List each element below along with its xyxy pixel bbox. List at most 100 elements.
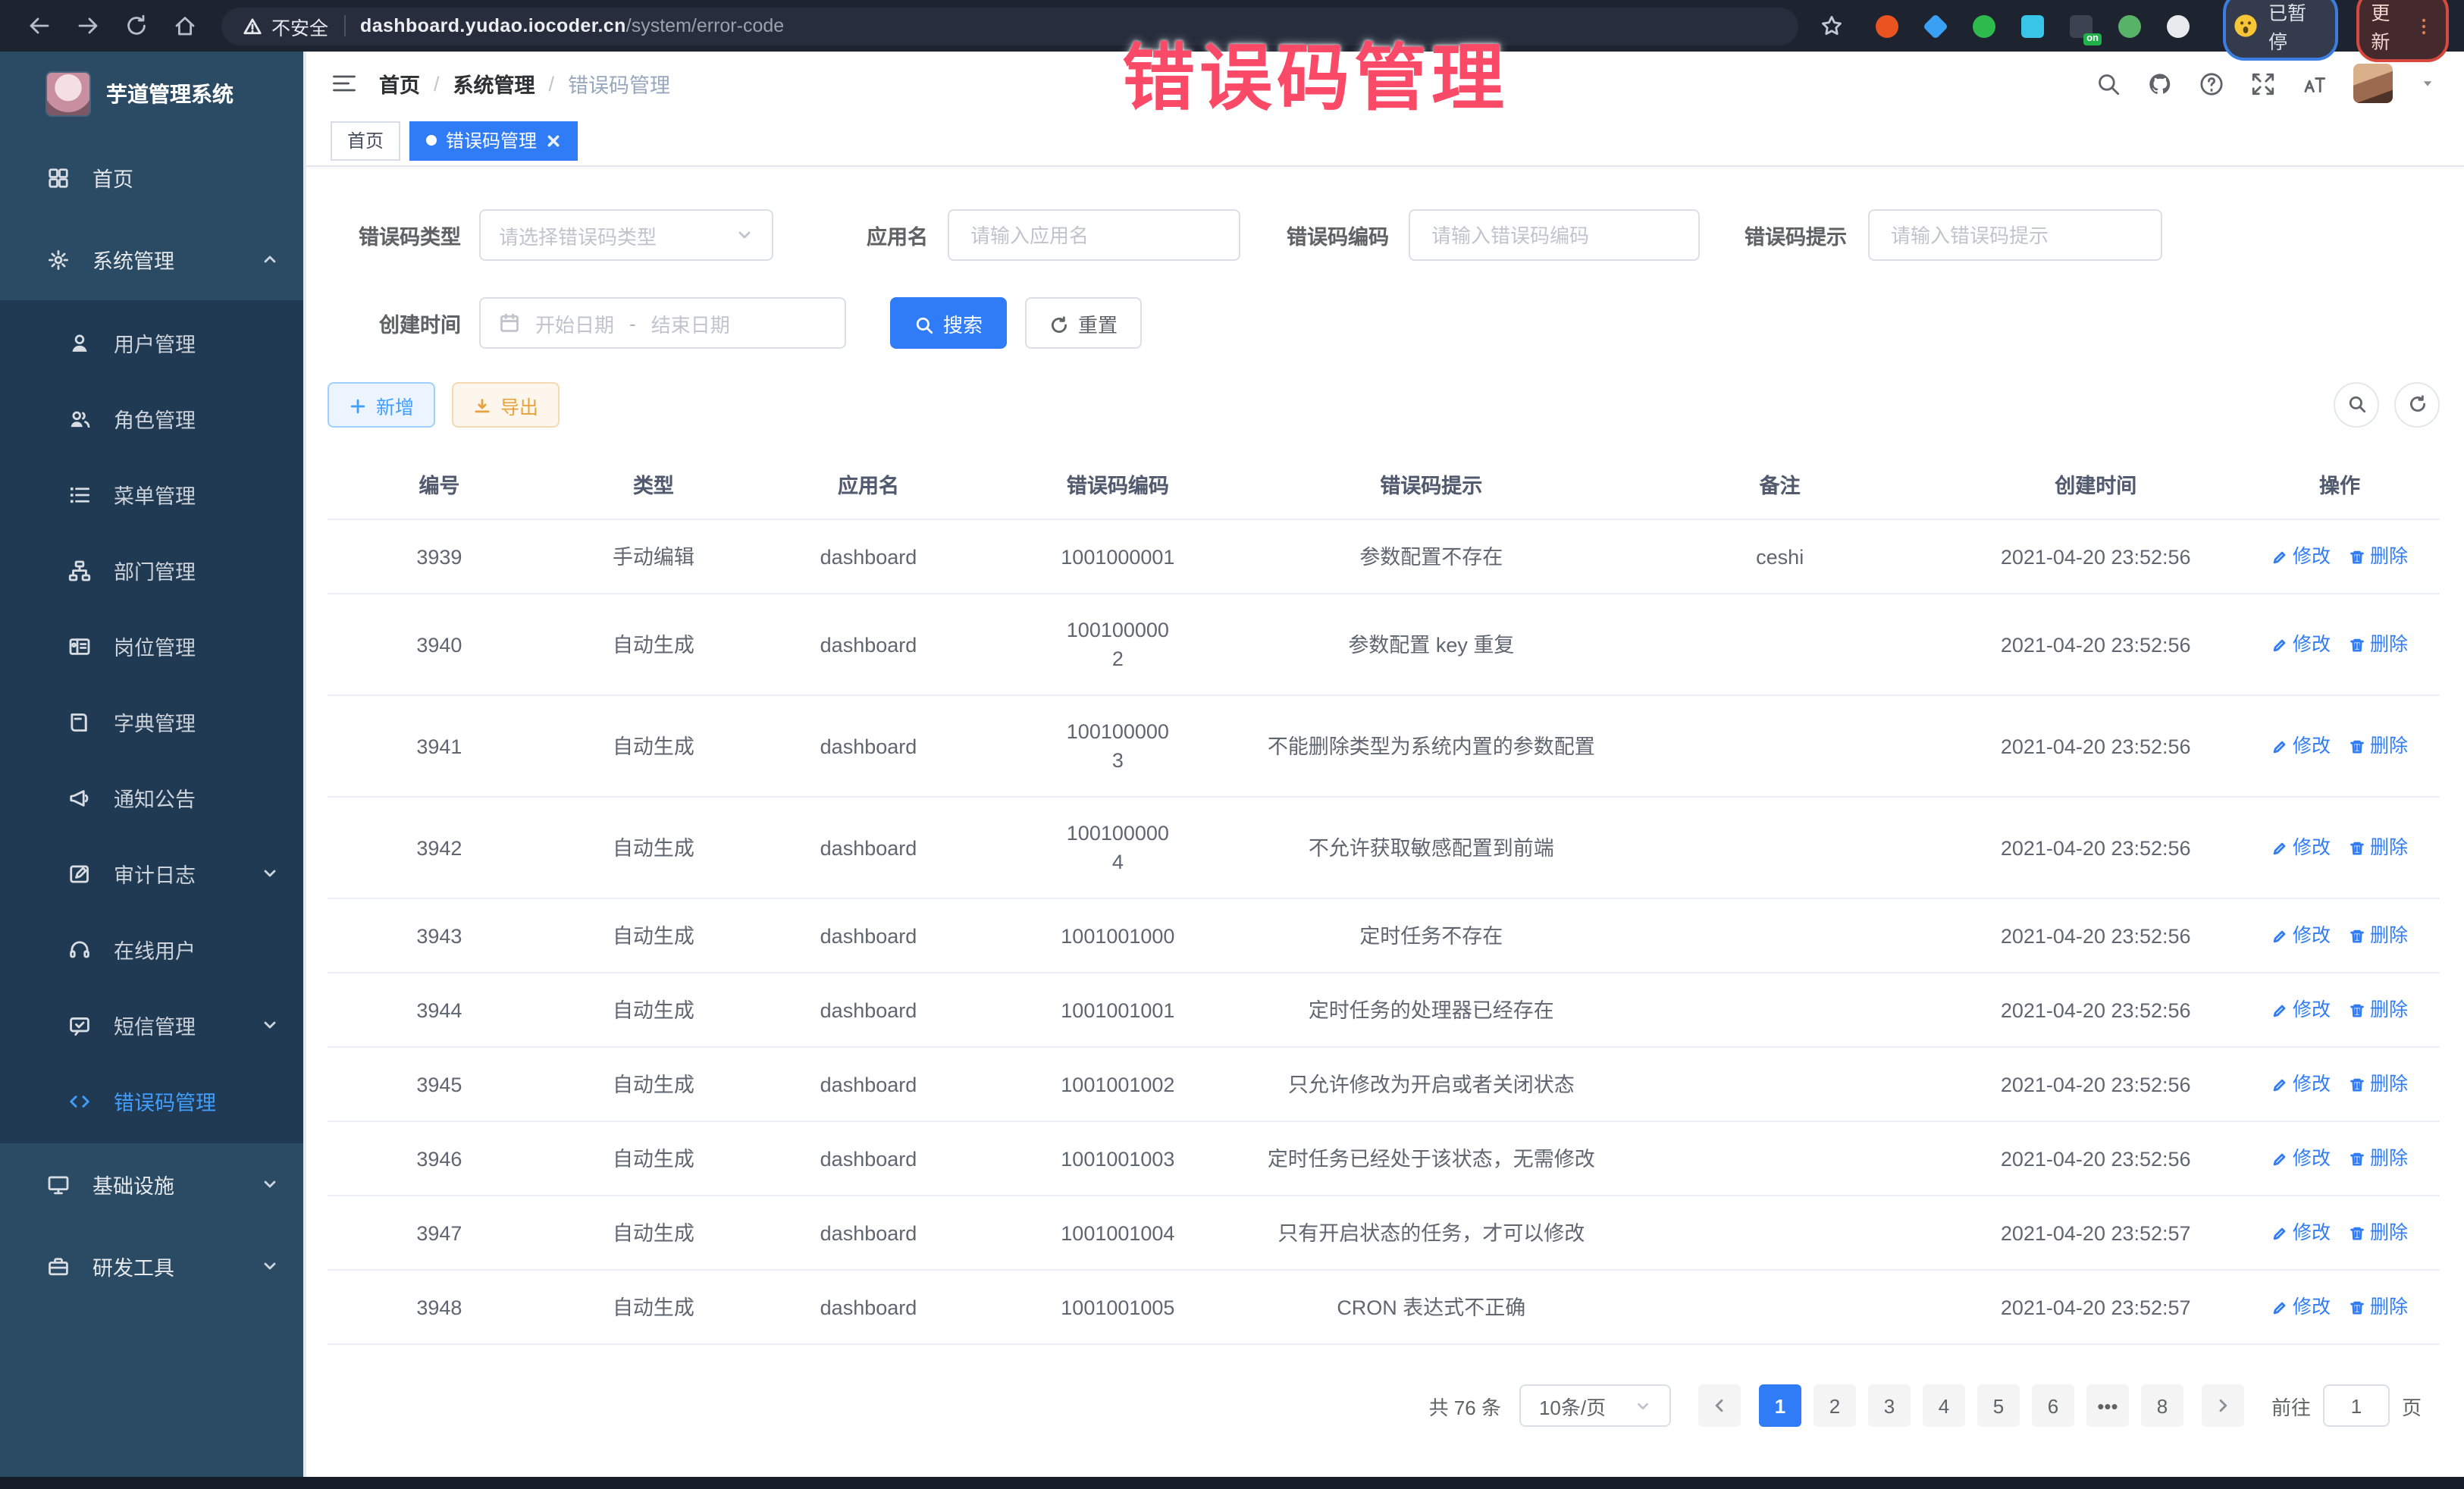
delete-action[interactable]: 删除 bbox=[2349, 732, 2408, 761]
sidebar-item-dept[interactable]: 部门管理 bbox=[0, 532, 303, 608]
error-code-input[interactable] bbox=[1428, 222, 1680, 248]
sidebar-item-dict[interactable]: 字典管理 bbox=[0, 684, 303, 760]
tab-error-code[interactable]: 错误码管理 bbox=[409, 121, 578, 160]
toggle-search-button[interactable] bbox=[2334, 382, 2379, 428]
table-row: 3941自动生成dashboard100100000 3不能删除类型为系统内置的… bbox=[328, 695, 2440, 797]
edit-action[interactable]: 修改 bbox=[2271, 834, 2331, 863]
breadcrumb: 首页/系统管理/错误码管理 bbox=[379, 68, 670, 99]
search-button[interactable]: 搜索 bbox=[890, 297, 1007, 349]
delete-action[interactable]: 删除 bbox=[2349, 1219, 2408, 1248]
page-button-3[interactable]: 3 bbox=[1868, 1384, 1911, 1427]
delete-action[interactable]: 删除 bbox=[2349, 631, 2408, 660]
edit-action[interactable]: 修改 bbox=[2271, 996, 2331, 1025]
sidebar-item-notice[interactable]: 通知公告 bbox=[0, 760, 303, 835]
edit-action[interactable]: 修改 bbox=[2271, 543, 2331, 572]
error-msg-input[interactable] bbox=[1888, 222, 2143, 248]
blue-gem-extension-icon[interactable] bbox=[1921, 12, 1948, 39]
sidebar-item-system[interactable]: 系统管理 bbox=[0, 218, 303, 300]
tab-home[interactable]: 首页 bbox=[331, 121, 400, 160]
delete-action[interactable]: 删除 bbox=[2349, 1071, 2408, 1099]
top-header: 首页/系统管理/错误码管理 bbox=[303, 52, 2464, 115]
search-icon[interactable] bbox=[2096, 71, 2121, 96]
date-range-picker[interactable]: 开始日期 - 结束日期 bbox=[479, 297, 846, 349]
sidebar-item-online-user[interactable]: 在线用户 bbox=[0, 911, 303, 987]
sidebar-item-audit-log[interactable]: 审计日志 bbox=[0, 835, 303, 911]
export-button[interactable]: 导出 bbox=[452, 382, 560, 428]
page-button-5[interactable]: 5 bbox=[1977, 1384, 2020, 1427]
edit-action[interactable]: 修改 bbox=[2271, 1293, 2331, 1322]
edit-action[interactable]: 修改 bbox=[2271, 1145, 2331, 1174]
forward-icon[interactable] bbox=[68, 6, 108, 45]
caret-down-icon[interactable] bbox=[2419, 74, 2437, 92]
add-button[interactable]: 新增 bbox=[328, 382, 435, 428]
screen: 不安全 dashboard.yudao.iocoder.cn/system/er… bbox=[0, 0, 2464, 1489]
download-icon bbox=[473, 394, 491, 415]
delete-action[interactable]: 删除 bbox=[2349, 922, 2408, 951]
delete-action[interactable]: 删除 bbox=[2349, 1293, 2408, 1322]
sidebar-item-role[interactable]: 角色管理 bbox=[0, 381, 303, 456]
edit-action[interactable]: 修改 bbox=[2271, 1071, 2331, 1099]
green-key-extension-icon[interactable] bbox=[2115, 12, 2143, 39]
refresh-table-button[interactable] bbox=[2394, 382, 2440, 428]
proxy-extension-icon[interactable]: on bbox=[2067, 12, 2094, 39]
help-icon[interactable] bbox=[2199, 71, 2224, 96]
cell-id: 3944 bbox=[328, 973, 551, 1047]
reload-icon[interactable] bbox=[117, 6, 156, 45]
delete-action[interactable]: 删除 bbox=[2349, 834, 2408, 863]
bookmark-star-icon[interactable] bbox=[1820, 14, 1844, 38]
page-button-4[interactable]: 4 bbox=[1923, 1384, 1965, 1427]
sidebar-item-error-code[interactable]: 错误码管理 bbox=[0, 1063, 303, 1139]
github-icon[interactable] bbox=[2147, 71, 2173, 96]
sidebar-item-user[interactable]: 用户管理 bbox=[0, 305, 303, 381]
page-button-8[interactable]: 8 bbox=[2141, 1384, 2183, 1427]
tiles-extension-icon[interactable] bbox=[2018, 12, 2045, 39]
delete-action[interactable]: 删除 bbox=[2349, 996, 2408, 1025]
error-type-select[interactable]: 请选择错误码类型 bbox=[479, 209, 773, 261]
profile-paused-badge[interactable]: 已暂停 bbox=[2223, 0, 2337, 61]
sidebar-item-sms[interactable]: 短信管理 bbox=[0, 987, 303, 1063]
app-name-input[interactable] bbox=[967, 222, 1221, 248]
cell-id: 3942 bbox=[328, 797, 551, 898]
user-avatar[interactable] bbox=[2353, 64, 2393, 103]
page-ellipsis[interactable]: ••• bbox=[2086, 1384, 2129, 1427]
fullscreen-icon[interactable] bbox=[2250, 71, 2276, 96]
font-size-icon[interactable] bbox=[2302, 71, 2328, 96]
edit-action[interactable]: 修改 bbox=[2271, 922, 2331, 951]
next-page-button[interactable] bbox=[2202, 1384, 2244, 1427]
browser-update-button[interactable]: 更新 bbox=[2356, 0, 2449, 62]
cell-actions: 修改删除 bbox=[2240, 594, 2440, 695]
page-button-1[interactable]: 1 bbox=[1759, 1384, 1801, 1427]
sidebar-item-post[interactable]: 岗位管理 bbox=[0, 608, 303, 684]
edit-action[interactable]: 修改 bbox=[2271, 1219, 2331, 1248]
page-button-6[interactable]: 6 bbox=[2032, 1384, 2074, 1427]
delete-action[interactable]: 删除 bbox=[2349, 543, 2408, 572]
edit-action[interactable]: 修改 bbox=[2271, 732, 2331, 761]
address-bar[interactable]: 不安全 dashboard.yudao.iocoder.cn/system/er… bbox=[221, 7, 1798, 45]
orange-ring-extension-icon[interactable] bbox=[1873, 12, 1900, 39]
home-icon[interactable] bbox=[165, 6, 205, 45]
reset-button[interactable]: 重置 bbox=[1025, 297, 1142, 349]
back-icon[interactable] bbox=[20, 6, 59, 45]
page-size-select[interactable]: 10条/页 bbox=[1519, 1384, 1671, 1427]
browser-nav-icons bbox=[15, 6, 209, 45]
sidebar-item-infra[interactable]: 基础设施 bbox=[0, 1143, 303, 1225]
tab-close-icon[interactable] bbox=[546, 133, 561, 148]
edit-action[interactable]: 修改 bbox=[2271, 631, 2331, 660]
prev-page-button[interactable] bbox=[1698, 1384, 1741, 1427]
breadcrumb-item-1[interactable]: 系统管理 bbox=[453, 68, 535, 99]
sidebar-item-menu[interactable]: 菜单管理 bbox=[0, 456, 303, 532]
cell-app: dashboard bbox=[756, 797, 981, 898]
hamburger-icon[interactable] bbox=[331, 70, 358, 97]
green-v-extension-icon[interactable] bbox=[1970, 12, 1997, 39]
breadcrumb-item-0[interactable]: 首页 bbox=[379, 68, 420, 99]
table-row: 3939手动编辑dashboard1001000001参数配置不存在ceshi2… bbox=[328, 519, 2440, 594]
chevron-down-icon bbox=[735, 226, 754, 244]
breadcrumb-item-2[interactable]: 错误码管理 bbox=[568, 68, 670, 99]
delete-action[interactable]: 删除 bbox=[2349, 1145, 2408, 1174]
sidebar-item-dev-tools[interactable]: 研发工具 bbox=[0, 1225, 303, 1307]
puzzle-extension-icon[interactable] bbox=[2164, 12, 2191, 39]
page-button-2[interactable]: 2 bbox=[1814, 1384, 1856, 1427]
sidebar-item-home[interactable]: 首页 bbox=[0, 136, 303, 218]
kebab-menu-icon[interactable] bbox=[2414, 16, 2434, 36]
goto-page-input[interactable] bbox=[2323, 1384, 2390, 1427]
